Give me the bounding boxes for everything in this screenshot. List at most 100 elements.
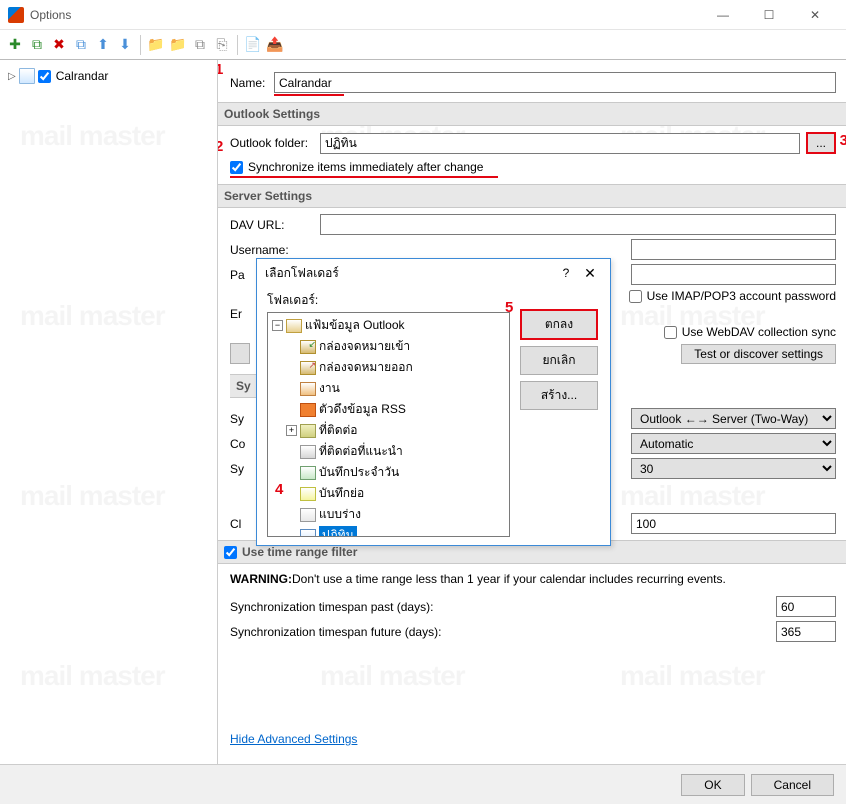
conflict-select[interactable]: Automatic bbox=[631, 433, 836, 454]
folder-tree[interactable]: −แฟ้มข้อมูล Outlook กล่องจดหมายเข้า กล่อ… bbox=[267, 312, 510, 537]
password-label-partial: Pa bbox=[230, 268, 250, 282]
tree-node-root[interactable]: −แฟ้มข้อมูล Outlook bbox=[270, 315, 507, 336]
annotation-5: 5 bbox=[505, 299, 513, 316]
sync-immediate-label: Synchronize items immediately after chan… bbox=[248, 160, 483, 174]
annotation-1: 1 bbox=[218, 61, 223, 78]
use-imap-checkbox[interactable] bbox=[629, 290, 642, 303]
interval-label-partial: Sy bbox=[230, 462, 250, 476]
export-icon[interactable]: 📤 bbox=[266, 36, 284, 54]
add-multi-icon[interactable]: ⧉ bbox=[28, 36, 46, 54]
sidebar-root-checkbox[interactable] bbox=[38, 70, 51, 83]
minimize-button[interactable]: — bbox=[700, 0, 746, 30]
down-icon[interactable]: ⬇ bbox=[116, 36, 134, 54]
server-settings-header: Server Settings bbox=[218, 184, 846, 208]
sidebar-root-label: Calrandar bbox=[56, 69, 109, 83]
contacts-icon bbox=[300, 424, 316, 438]
calendar-icon bbox=[300, 529, 316, 538]
dav-url-label: DAV URL: bbox=[230, 218, 320, 232]
tree-node-suggested[interactable]: ที่ติดต่อที่แนะนำ bbox=[270, 441, 507, 462]
use-webdav-label: Use WebDAV collection sync bbox=[682, 325, 836, 339]
dialog-cancel-button[interactable]: ยกเลิก bbox=[520, 346, 598, 375]
timespan-future-label: Synchronization timespan future (days): bbox=[230, 625, 441, 639]
folder-icon[interactable]: 📁 bbox=[147, 36, 165, 54]
timerange-label: Use time range filter bbox=[242, 545, 357, 559]
outlook-data-icon bbox=[286, 319, 302, 333]
sync-mode-select[interactable]: Outlook ←→ Server (Two-Way) bbox=[631, 408, 836, 429]
username-input[interactable] bbox=[631, 239, 836, 260]
up-icon[interactable]: ⬆ bbox=[94, 36, 112, 54]
timerange-checkbox[interactable] bbox=[224, 546, 237, 559]
expand-icon[interactable]: + bbox=[286, 425, 297, 436]
tree-node-tasks[interactable]: งาน bbox=[270, 378, 507, 399]
app-icon bbox=[8, 7, 24, 23]
dialog-titlebar: เลือกโฟลเดอร์ ? ✕ bbox=[257, 259, 610, 287]
cache-icon[interactable]: ⎘ bbox=[213, 36, 231, 54]
sync-mode-label-partial: Sy bbox=[230, 412, 250, 426]
test-discover-button[interactable]: Test or discover settings bbox=[681, 344, 836, 364]
chunk-label-partial: Cl bbox=[230, 517, 250, 531]
copy2-icon[interactable]: ⧉ bbox=[191, 36, 209, 54]
tasks-icon bbox=[300, 382, 316, 396]
expand-icon[interactable]: ▷ bbox=[8, 71, 16, 82]
chunk-input[interactable] bbox=[631, 513, 836, 534]
cancel-button[interactable]: Cancel bbox=[751, 774, 834, 796]
tree-node-contacts[interactable]: +ที่ติดต่อ bbox=[270, 420, 507, 441]
reports-icon[interactable]: 📄 bbox=[244, 36, 262, 54]
conflict-label-partial: Co bbox=[230, 437, 250, 451]
folder-picker-dialog: เลือกโฟลเดอร์ ? ✕ โฟลเดอร์: −แฟ้มข้อมูล … bbox=[256, 258, 611, 546]
timespan-past-input[interactable] bbox=[776, 596, 836, 617]
folder-del-icon[interactable]: 📁 bbox=[169, 36, 187, 54]
tree-node-calendar[interactable]: ปฏิทิน bbox=[270, 525, 507, 537]
tree-node-notes[interactable]: บันทึกย่อ bbox=[270, 483, 507, 504]
warning-text: Don't use a time range less than 1 year … bbox=[292, 572, 726, 586]
annotation-2: 2 bbox=[218, 138, 223, 155]
add-icon[interactable]: ✚ bbox=[6, 36, 24, 54]
outlook-folder-label: Outlook folder: bbox=[230, 136, 320, 150]
dialog-create-button[interactable]: สร้าง... bbox=[520, 381, 598, 410]
close-button[interactable]: ✕ bbox=[792, 0, 838, 30]
toolbar: ✚ ⧉ ✖ ⧉ ⬆ ⬇ 📁 📁 ⧉ ⎘ 📄 📤 bbox=[0, 30, 846, 60]
footer: OK Cancel bbox=[0, 764, 846, 804]
tree-node-journal[interactable]: บันทึกประจำวัน bbox=[270, 462, 507, 483]
dav-url-input[interactable] bbox=[320, 214, 836, 235]
inbox-icon bbox=[300, 340, 316, 354]
email-label-partial: Er bbox=[230, 307, 250, 321]
annotation-3: 3 bbox=[840, 132, 846, 149]
dialog-title: เลือกโฟลเดอร์ bbox=[265, 264, 554, 283]
timespan-future-input[interactable] bbox=[776, 621, 836, 642]
password-input[interactable] bbox=[631, 264, 836, 285]
name-input[interactable] bbox=[274, 72, 836, 93]
ok-button[interactable]: OK bbox=[681, 774, 744, 796]
folder-label: โฟลเดอร์: bbox=[267, 291, 510, 310]
username-label: Username: bbox=[230, 243, 320, 257]
sidebar-root[interactable]: ▷ Calrandar bbox=[6, 66, 211, 86]
dialog-close-button[interactable]: ✕ bbox=[578, 265, 602, 282]
maximize-button[interactable]: ☐ bbox=[746, 0, 792, 30]
dialog-ok-button[interactable]: ตกลง bbox=[520, 309, 598, 340]
calendar-icon bbox=[19, 68, 35, 84]
delete-icon[interactable]: ✖ bbox=[50, 36, 68, 54]
use-imap-label: Use IMAP/POP3 account password bbox=[647, 289, 836, 303]
outlook-folder-input[interactable] bbox=[320, 133, 800, 154]
sidebar: ▷ Calrandar bbox=[0, 60, 218, 764]
outlook-settings-header: Outlook Settings bbox=[218, 102, 846, 126]
use-webdav-checkbox[interactable] bbox=[664, 326, 677, 339]
name-label: Name: bbox=[230, 76, 274, 90]
dialog-help-button[interactable]: ? bbox=[554, 266, 578, 280]
journal-icon bbox=[300, 466, 316, 480]
annotation-4: 4 bbox=[275, 481, 283, 498]
hide-advanced-link[interactable]: Hide Advanced Settings bbox=[230, 732, 357, 746]
tree-node-drafts[interactable]: แบบร่าง bbox=[270, 504, 507, 525]
tree-node-inbox[interactable]: กล่องจดหมายเข้า bbox=[270, 336, 507, 357]
collapse-icon[interactable]: − bbox=[272, 320, 283, 331]
browse-folder-button[interactable]: ... bbox=[806, 132, 836, 154]
timespan-past-label: Synchronization timespan past (days): bbox=[230, 600, 433, 614]
tree-node-outbox[interactable]: กล่องจดหมายออก bbox=[270, 357, 507, 378]
copy-icon[interactable]: ⧉ bbox=[72, 36, 90, 54]
interval-select[interactable]: 30 bbox=[631, 458, 836, 479]
titlebar: Options — ☐ ✕ bbox=[0, 0, 846, 30]
sync-immediate-checkbox[interactable] bbox=[230, 161, 243, 174]
rss-icon bbox=[300, 403, 316, 417]
tree-node-rss[interactable]: ตัวดึงข้อมูล RSS bbox=[270, 399, 507, 420]
notes-icon bbox=[300, 487, 316, 501]
